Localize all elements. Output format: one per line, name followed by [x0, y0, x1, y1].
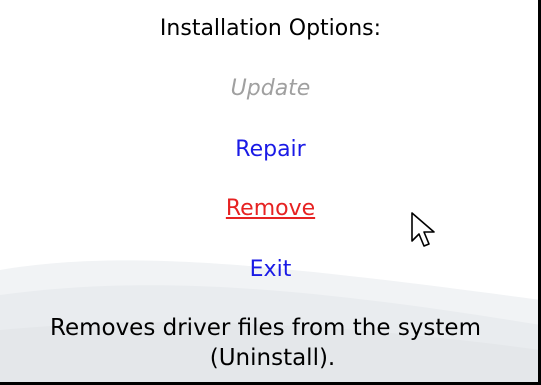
- update-option: Update: [230, 76, 311, 101]
- option-description-line2: (Uninstall).: [209, 345, 336, 371]
- installation-options-panel: Installation Options: Update Repair Remo…: [0, 0, 541, 385]
- repair-option[interactable]: Repair: [0, 137, 541, 163]
- mouse-pointer-icon: [411, 212, 435, 247]
- installation-options-title: Installation Options:: [159, 16, 382, 41]
- exit-option[interactable]: Exit: [0, 257, 541, 283]
- option-description-line1: Removes driver files from the system: [50, 315, 481, 341]
- remove-option[interactable]: Remove: [0, 196, 541, 222]
